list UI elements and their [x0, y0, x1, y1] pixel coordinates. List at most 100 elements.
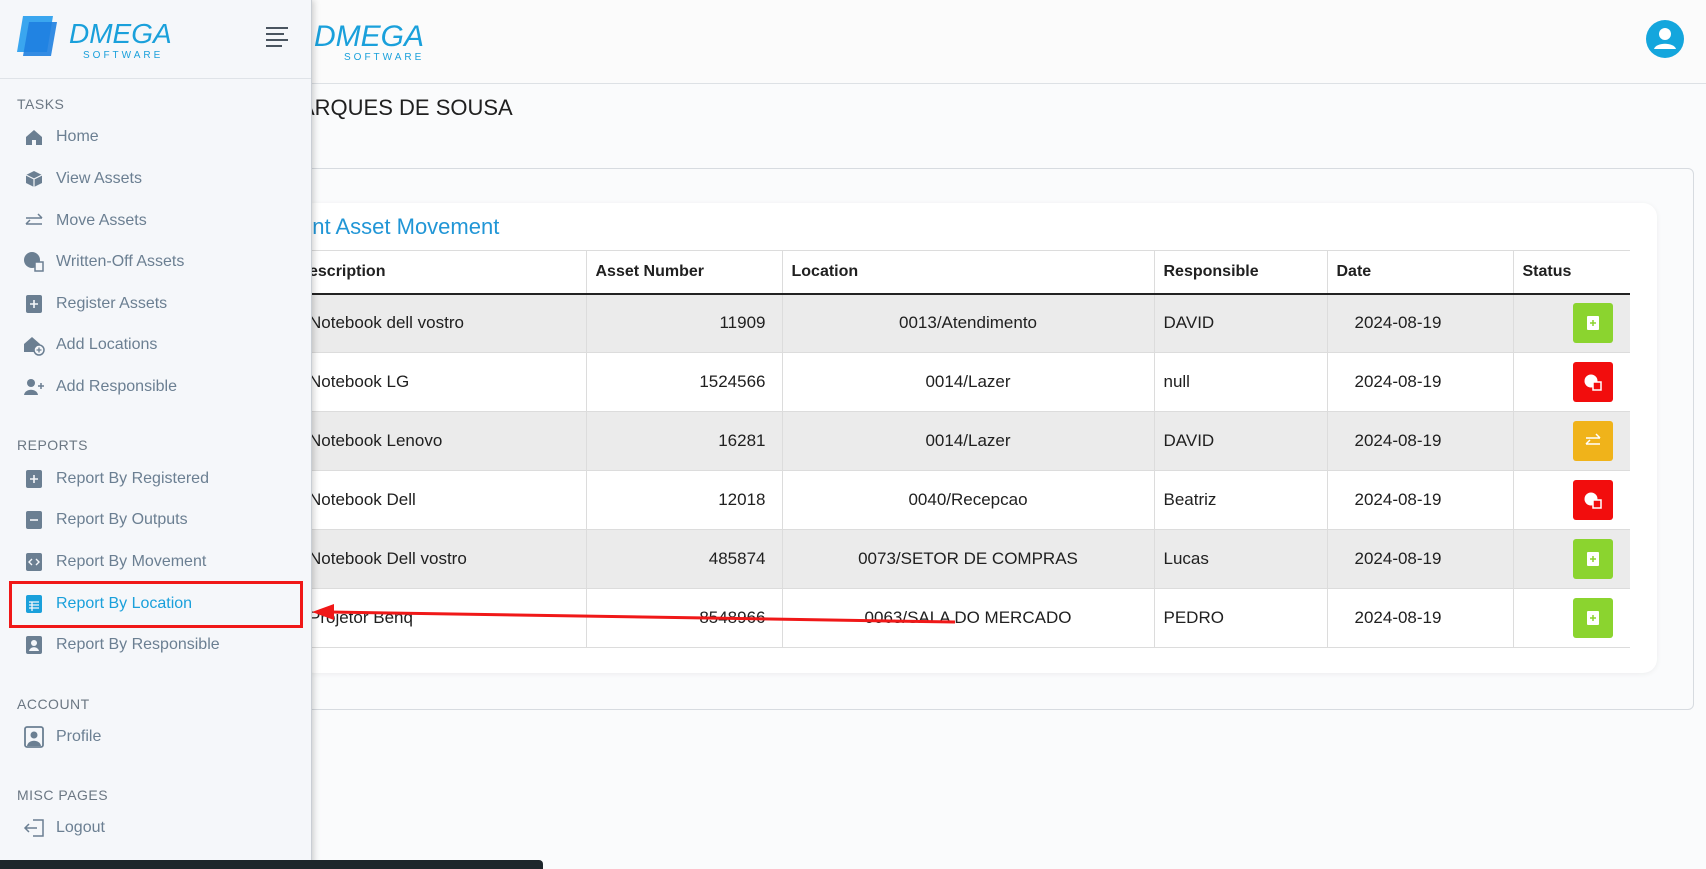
written-off-icon — [22, 250, 46, 274]
sidebar-item-label: Report By Movement — [56, 553, 207, 570]
status-registered-button[interactable] — [1573, 539, 1613, 579]
column-header-responsible[interactable]: Responsible — [1154, 250, 1328, 295]
brand-logo[interactable]: DMEGA SOFTWARE — [300, 14, 440, 64]
file-plus-icon — [1587, 611, 1599, 625]
cell-asset-number: 11909 — [586, 293, 783, 353]
cell-status — [1513, 529, 1630, 589]
sidebar-item-home[interactable]: Home — [22, 120, 292, 154]
sidebar-item-view-assets[interactable]: View Assets — [22, 162, 292, 196]
brand-logo[interactable]: DMEGA SOFTWARE — [17, 12, 177, 62]
cell-responsible: DAVID — [1154, 411, 1328, 471]
sidebar-item-label: Written-Off Assets — [56, 253, 185, 270]
house-plus-icon — [22, 333, 46, 357]
sidebar-item-label: Home — [56, 128, 99, 145]
cell-responsible: null — [1154, 352, 1328, 412]
table-row: Notebook Lenovo 16281 0014/Lazer DAVID 2… — [300, 411, 1630, 471]
sidebar-item-register-assets[interactable]: Register Assets — [22, 287, 292, 321]
status-written-off-button[interactable] — [1573, 362, 1613, 402]
cell-responsible: PEDRO — [1154, 588, 1328, 648]
sidebar-item-label: Report By Outputs — [56, 511, 188, 528]
menu-toggle-icon[interactable] — [264, 25, 292, 49]
cell-location: 0013/Atendimento — [782, 293, 1155, 353]
sidebar-item-label: View Assets — [56, 170, 142, 187]
cell-description: Notebook Dell vostro — [300, 529, 587, 589]
status-moved-button[interactable] — [1573, 421, 1613, 461]
svg-text:SOFTWARE: SOFTWARE — [83, 50, 163, 61]
cell-date: 2024-08-19 — [1327, 470, 1514, 530]
sidebar-item-add-locations[interactable]: Add Locations — [22, 328, 292, 362]
sidebar-item-label: Profile — [56, 728, 102, 745]
column-header-date[interactable]: Date — [1327, 250, 1514, 295]
cell-location: 0040/Recepcao — [782, 470, 1155, 530]
cell-status — [1513, 352, 1630, 412]
cell-description: Notebook Dell — [300, 470, 587, 530]
file-plus-icon — [1587, 316, 1599, 331]
cell-description: Notebook dell vostro — [300, 293, 587, 353]
cell-description: Notebook LG — [300, 352, 587, 412]
table-row: Notebook LG 1524566 0014/Lazer null 2024… — [300, 352, 1630, 412]
table-row: Notebook dell vostro 11909 0013/Atendime… — [300, 293, 1630, 353]
sidebar-item-logout[interactable]: Logout — [22, 811, 292, 845]
browser-status-bar — [0, 860, 543, 869]
sidebar-item-label: Report By Responsible — [56, 636, 220, 653]
cell-location: 0063/SALA DO MERCADO — [782, 588, 1155, 648]
status-written-off-button[interactable] — [1573, 480, 1613, 520]
cell-asset-number: 485874 — [586, 529, 783, 589]
cell-asset-number: 12018 — [586, 470, 783, 530]
cell-asset-number: 8548966 — [586, 588, 783, 648]
cell-location: 0073/SETOR DE COMPRAS — [782, 529, 1155, 589]
cell-asset-number: 16281 — [586, 411, 783, 471]
file-minus-icon — [22, 508, 46, 532]
column-header-status[interactable]: Status — [1513, 250, 1630, 295]
file-code-icon — [22, 550, 46, 574]
user-avatar[interactable] — [1646, 20, 1684, 58]
sidebar-item-report-by-responsible[interactable]: Report By Responsible — [22, 628, 292, 662]
svg-text:DMEGA: DMEGA — [314, 20, 424, 53]
cell-location: 0014/Lazer — [782, 352, 1155, 412]
sidebar-item-label: Register Assets — [56, 295, 168, 312]
asset-movement-table: escription Asset Number Location Respons… — [300, 250, 1630, 648]
logout-icon — [22, 816, 46, 840]
status-registered-button[interactable] — [1573, 303, 1613, 344]
table-row: Notebook Dell 12018 0040/Recepcao Beatri… — [300, 470, 1630, 530]
cell-date: 2024-08-19 — [1327, 588, 1514, 648]
written-off-icon — [1584, 374, 1602, 391]
sidebar-item-move-assets[interactable]: Move Assets — [22, 204, 292, 238]
sidebar-item-profile[interactable]: Profile — [22, 720, 292, 754]
cell-date: 2024-08-19 — [1327, 352, 1514, 412]
home-icon — [22, 125, 46, 149]
box-icon — [22, 167, 46, 191]
cell-date: 2024-08-19 — [1327, 411, 1514, 471]
sidebar-item-label: Add Responsible — [56, 378, 177, 395]
sidebar-item-report-by-outputs[interactable]: Report By Outputs — [22, 503, 292, 537]
card-title: ent Asset Movement — [300, 214, 500, 239]
column-header-description[interactable]: escription — [300, 250, 587, 295]
column-header-location[interactable]: Location — [782, 250, 1155, 295]
cell-asset-number: 1524566 — [586, 352, 783, 412]
cell-location: 0014/Lazer — [782, 411, 1155, 471]
user-icon — [1654, 28, 1676, 49]
file-plus-icon — [22, 467, 46, 491]
section-label-reports: REPORTS — [17, 437, 88, 453]
sidebar-item-label: Report By Registered — [56, 470, 209, 487]
cell-status — [1513, 293, 1630, 353]
arrows-exchange-icon — [22, 209, 46, 233]
cell-date: 2024-08-19 — [1327, 529, 1514, 589]
sidebar-item-label: Add Locations — [56, 336, 158, 353]
sidebar-item-report-by-movement[interactable]: Report By Movement — [22, 545, 292, 579]
section-label-misc-pages: MISC PAGES — [17, 787, 109, 803]
written-off-icon — [1584, 492, 1602, 509]
column-header-asset-number[interactable]: Asset Number — [586, 250, 783, 295]
sidebar-item-add-responsible[interactable]: Add Responsible — [22, 370, 292, 404]
sidebar-item-report-by-registered[interactable]: Report By Registered — [22, 462, 292, 496]
status-registered-button[interactable] — [1573, 598, 1613, 638]
svg-text:DMEGA: DMEGA — [69, 18, 172, 49]
file-plus-icon — [1587, 552, 1599, 566]
cell-status — [1513, 470, 1630, 530]
section-label-tasks: TASKS — [17, 96, 65, 112]
sidebar-item-written-off-assets[interactable]: Written-Off Assets — [22, 245, 292, 279]
cell-status — [1513, 411, 1630, 471]
sidebar-item-label: Logout — [56, 819, 105, 836]
user-plus-icon — [22, 375, 46, 399]
cell-description: Projetor Benq — [300, 588, 587, 648]
